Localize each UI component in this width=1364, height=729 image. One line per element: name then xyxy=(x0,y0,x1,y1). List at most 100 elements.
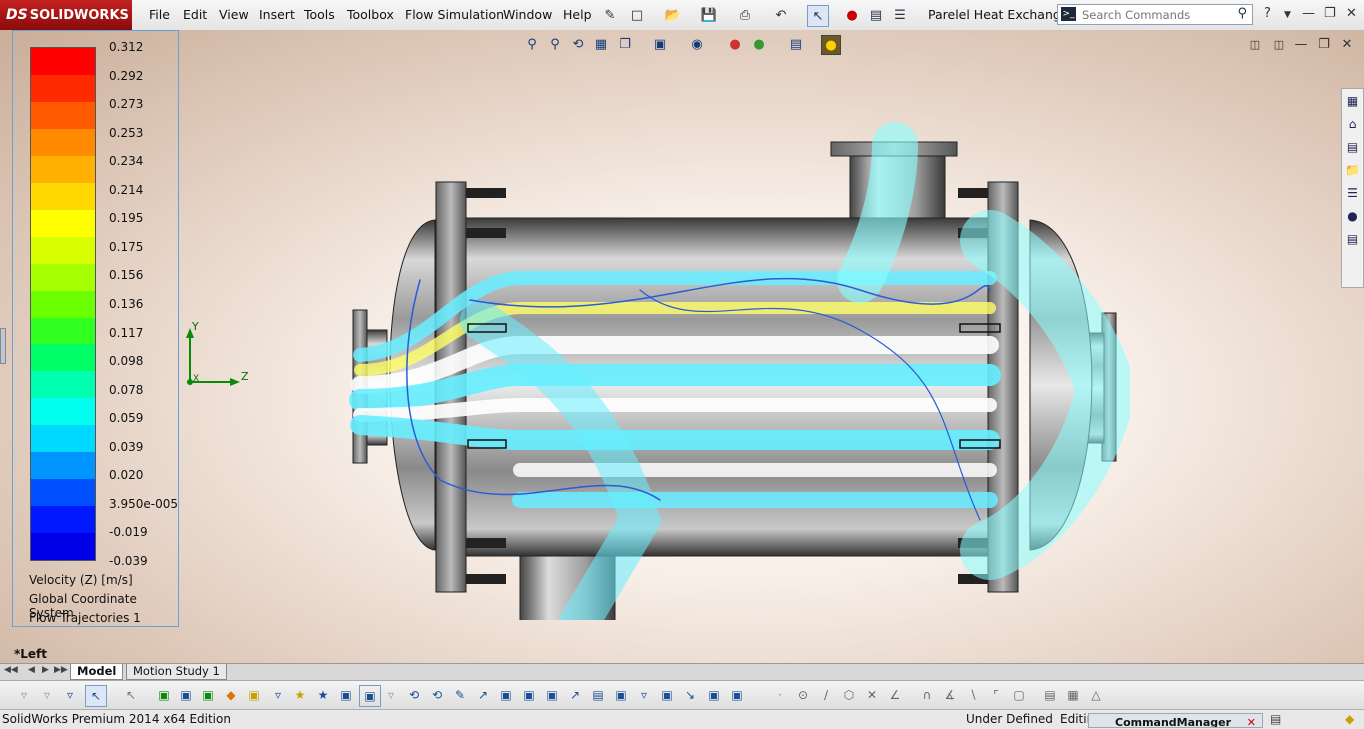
display-style-icon[interactable]: ▣ xyxy=(651,35,669,53)
filter-faces-icon[interactable]: ▿ xyxy=(37,685,57,705)
boundary-condition-icon[interactable]: ▣ xyxy=(244,685,264,705)
home-icon[interactable]: ⌂ xyxy=(1342,112,1363,135)
help-chevron-down-icon[interactable]: ▼ xyxy=(1284,10,1291,20)
search-icon[interactable]: ⚲ xyxy=(1237,6,1247,21)
pin-icon[interactable]: ✎ xyxy=(600,5,620,25)
custom-properties-icon[interactable]: ▤ xyxy=(1342,227,1363,250)
minimize-icon[interactable]: — xyxy=(1302,6,1315,21)
results-summary-icon[interactable]: ▣ xyxy=(359,685,381,707)
tab-motion-study-1[interactable]: Motion Study 1 xyxy=(126,664,227,680)
print-icon[interactable]: ⎙ xyxy=(735,5,755,25)
grid-icon[interactable]: ▦ xyxy=(1063,685,1083,705)
tab-model[interactable]: Model xyxy=(70,664,124,680)
velocity-legend[interactable]: 0.312 0.292 0.273 0.253 0.234 0.214 0.195 0.175… xyxy=(12,30,179,627)
viewport-tile-icon[interactable]: ◫ xyxy=(1246,35,1264,53)
flow-freedom-icon[interactable]: ▣ xyxy=(657,685,677,705)
close-icon[interactable]: ✕ xyxy=(1346,6,1357,21)
sketch-polygon-icon[interactable]: ⬡ xyxy=(839,685,859,705)
magic-select-icon[interactable]: ↖ xyxy=(121,685,141,705)
computational-domain-icon[interactable]: ▣ xyxy=(198,685,218,705)
dimension-icon[interactable]: ↘ xyxy=(680,685,700,705)
help-question-icon[interactable]: ? xyxy=(1264,6,1271,21)
sketch-line-icon[interactable]: ∕ xyxy=(816,685,836,705)
menu-tools[interactable]: Tools xyxy=(304,7,335,22)
menu-toolbox[interactable]: Toolbox xyxy=(347,7,394,22)
select-arrow-icon[interactable]: ↖ xyxy=(807,5,829,27)
search-commands-box[interactable]: >_ ⚲ xyxy=(1057,4,1253,25)
goals-icon[interactable]: ▿ xyxy=(268,685,288,705)
menu-edit[interactable]: Edit xyxy=(183,7,207,22)
measure-icon[interactable]: ▤ xyxy=(1040,685,1060,705)
view-palette-icon[interactable]: ☰ xyxy=(1342,181,1363,204)
realview-icon[interactable]: ● xyxy=(821,35,841,55)
sketch-tangent-icon[interactable]: ∡ xyxy=(940,685,960,705)
unload-results-icon[interactable]: ▿ xyxy=(381,685,401,705)
view-orientation-icon[interactable]: ❐ xyxy=(616,35,634,53)
previous-view-icon[interactable]: ⟲ xyxy=(569,35,587,53)
wizard-icon[interactable]: ▣ xyxy=(154,685,174,705)
tab-scroll-next-icon[interactable]: ▶ xyxy=(42,665,49,675)
save-icon[interactable]: 💾 xyxy=(699,5,719,25)
sketch-angle-icon[interactable]: ∠ xyxy=(885,685,905,705)
sketch-circle-point-icon[interactable]: ⊙ xyxy=(793,685,813,705)
report-icon[interactable]: ▣ xyxy=(611,685,631,705)
viewport-minimize-icon[interactable]: — xyxy=(1292,35,1310,53)
point-params-icon[interactable]: ▣ xyxy=(519,685,539,705)
select-icon[interactable]: ↖ xyxy=(85,685,107,707)
graphics-area[interactable]: ⚲ ⚲ ⟲ ▦ ❐ ▣ ◉ ● ● ▤ ● ◫ ◫ — ❐ ✕ 0.312 0.2… xyxy=(0,30,1364,663)
filter-components-icon[interactable]: ▿ xyxy=(60,685,80,705)
apply-scene-icon[interactable]: ● xyxy=(750,35,768,53)
menu-file[interactable]: File xyxy=(149,7,170,22)
particle-study-icon[interactable]: ▣ xyxy=(496,685,516,705)
menu-help[interactable]: Help xyxy=(563,7,592,22)
flow-trajectories-icon[interactable]: ↗ xyxy=(473,685,493,705)
hide-show-items-icon[interactable]: ◉ xyxy=(688,35,706,53)
sketch-arc-icon[interactable]: ∩ xyxy=(917,685,937,705)
section-view-icon[interactable]: ▦ xyxy=(592,35,610,53)
feature-manager-expand-handle[interactable] xyxy=(0,328,6,364)
status-tag-icon[interactable]: ◆ xyxy=(1345,712,1354,726)
goal-plot-icon[interactable]: ▤ xyxy=(588,685,608,705)
tab-scroll-first-icon[interactable]: ◀◀ xyxy=(4,665,18,675)
edit-appearance-icon[interactable]: ● xyxy=(726,35,744,53)
menu-insert[interactable]: Insert xyxy=(259,7,295,22)
monitor-icon[interactable]: ★ xyxy=(313,685,333,705)
menu-flow-simulation[interactable]: Flow Simulation xyxy=(405,7,504,22)
viewport-cascade-icon[interactable]: ◫ xyxy=(1270,35,1288,53)
triangle-icon[interactable]: △ xyxy=(1086,685,1106,705)
surface-params-icon[interactable]: ▣ xyxy=(542,685,562,705)
sketch-cross-icon[interactable]: ✕ xyxy=(862,685,882,705)
options-icon[interactable]: ☰ xyxy=(890,5,910,25)
probe-icon[interactable]: ▣ xyxy=(704,685,724,705)
file-explorer-icon[interactable]: 📁 xyxy=(1342,158,1363,181)
sketch-point-icon[interactable]: · xyxy=(770,685,790,705)
command-manager-popup[interactable]: CommandManager ✕ xyxy=(1088,713,1263,728)
status-grip-icon[interactable]: ▤ xyxy=(1270,712,1281,726)
general-settings-icon[interactable]: ▣ xyxy=(176,685,196,705)
restore-icon[interactable]: ❐ xyxy=(1324,6,1336,21)
viewport-close-icon[interactable]: ✕ xyxy=(1338,35,1356,53)
zoom-to-fit-icon[interactable]: ⚲ xyxy=(523,35,541,53)
viewport-restore-icon[interactable]: ❐ xyxy=(1315,35,1333,53)
xy-plot-icon[interactable]: ↗ xyxy=(565,685,585,705)
sketch-rectangle-icon[interactable]: ▢ xyxy=(1009,685,1029,705)
filter-icon[interactable]: ▿ xyxy=(14,685,34,705)
animation-icon[interactable]: ▿ xyxy=(634,685,654,705)
zoom-to-area-icon[interactable]: ⚲ xyxy=(546,35,564,53)
appearances-icon[interactable]: ● xyxy=(1342,204,1363,227)
tab-scroll-last-icon[interactable]: ▶▶ xyxy=(54,665,68,675)
search-input[interactable] xyxy=(1080,6,1234,24)
command-manager-close-icon[interactable]: ✕ xyxy=(1247,714,1256,727)
run-icon[interactable]: ★ xyxy=(290,685,310,705)
fluid-subdomain-icon[interactable]: ◆ xyxy=(221,685,241,705)
rebuild-traffic-light-icon[interactable]: ● xyxy=(842,5,862,25)
new-document-icon[interactable]: □ xyxy=(627,5,647,25)
load-results-icon[interactable]: ▣ xyxy=(336,685,356,705)
solidworks-resources-icon[interactable]: ▦ xyxy=(1342,89,1363,112)
sketch-corner-icon[interactable]: ⌜ xyxy=(986,685,1006,705)
rebuild-mesh-icon[interactable]: ▣ xyxy=(727,685,747,705)
design-library-icon[interactable]: ▤ xyxy=(1342,135,1363,158)
solidworks-logo[interactable]: DS SOLIDWORKS xyxy=(0,0,132,30)
file-properties-icon[interactable]: ▤ xyxy=(866,5,886,25)
sketch-perpendicular-icon[interactable]: ∖ xyxy=(963,685,983,705)
